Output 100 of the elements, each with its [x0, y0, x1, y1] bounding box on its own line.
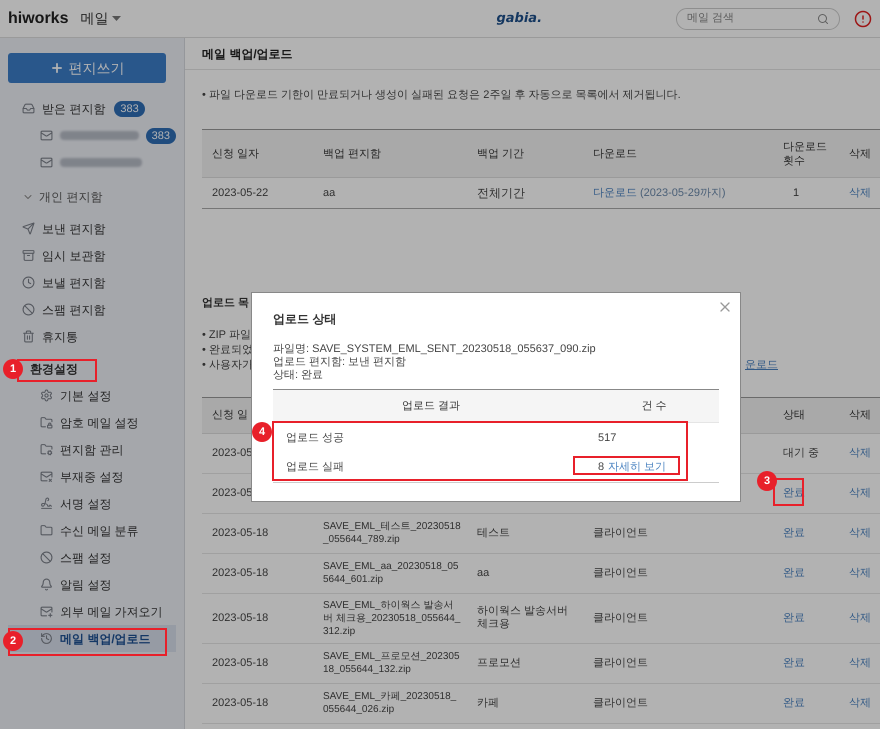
result-label: 업로드 실패 [285, 460, 346, 476]
table-cell-text: 클라이언트 [592, 566, 649, 580]
column-header: 삭제 [848, 146, 872, 160]
envelope-plus-icon [40, 605, 53, 618]
sidebar-item[interactable]: 휴지통 [8, 323, 176, 350]
paper-plane-icon [22, 222, 35, 235]
step-badge: 3 [757, 471, 777, 491]
sidebar-item[interactable]: 받은 편지함 383 [8, 95, 176, 122]
column-header: 다운로드 횟수 [782, 140, 828, 168]
sidebar-item-label: 부재중 설정 [60, 468, 124, 486]
sidebar-item-label: 기본 설정 [60, 388, 112, 404]
status-text[interactable]: 완료 [773, 656, 843, 670]
sidebar-item-label: 휴지통 [42, 328, 78, 346]
notice-text: • 파일 다운로드 기한이 만료되거나 생성이 실패된 요청은 2주일 후 자동으로 목록에서 제거됩니다. [202, 88, 682, 103]
search-input[interactable]: 메일 검색 [687, 10, 817, 27]
info-line: 파일명: SAVE_SYSTEM_EML_SENT_20230518_055637_090.zip [273, 343, 597, 356]
expiry-note: (2023-05-29까지) [640, 186, 726, 201]
sidebar-item[interactable]: 알림 설정 [8, 571, 176, 598]
sidebar-item-label: 스팸 설정 [60, 550, 112, 566]
sidebar-item[interactable]: 외부 메일 가져오기 [8, 598, 176, 625]
count-value: 8 [598, 460, 604, 476]
notice-text: • 완료되었 [202, 342, 253, 358]
download-link[interactable]: 운로드 [745, 358, 778, 372]
info-line: 업로드 편지함: 보낸 편지함 [273, 356, 408, 369]
delete-link[interactable]: 삭제 [843, 526, 880, 540]
status-text[interactable]: 완료 [773, 526, 843, 540]
search-icon [817, 12, 829, 24]
sidebar-item[interactable]: 기본 설정 [8, 382, 176, 409]
table-cell: 2023-05-18 [212, 526, 268, 540]
column-header: 백업 편지함 [322, 146, 382, 160]
sidebar-item[interactable]: 보낼 편지함 [8, 269, 176, 296]
bell-icon [40, 578, 53, 591]
sidebar-item-label: 스팸 편지함 [42, 302, 106, 318]
status-text[interactable]: 완료 [773, 566, 843, 580]
details-link[interactable]: 자세히 보기 [608, 459, 666, 476]
table-cell-text: 전체기간 [476, 185, 526, 202]
sidebar-item[interactable]: 수신 메일 분류 [8, 517, 176, 544]
alert-icon[interactable] [854, 10, 872, 28]
table-cell-text: 카페 [476, 696, 500, 710]
sidebar-item[interactable]: 암호 메일 설정 [8, 409, 176, 436]
sidebar-item-label: 메일 백업/업로드 [60, 630, 151, 648]
folder-icon [40, 524, 53, 537]
delete-link[interactable]: 삭제 [843, 446, 880, 460]
table-cell-text: 프로모션 [476, 656, 522, 670]
table-cell-text: 테스트 [476, 526, 511, 540]
table-cell-text: 2023-05-22 [211, 186, 270, 201]
delete-link[interactable]: 삭제 [843, 612, 880, 624]
column-header: 상태 [782, 408, 806, 423]
table-cell: 2023-05-18 [212, 656, 268, 670]
sidebar-item-label: 외부 메일 가져오기 [60, 604, 163, 620]
sidebar-item[interactable]: 스팸 설정 [8, 544, 176, 571]
table-cell: 2023-05 [212, 446, 252, 460]
delete-link[interactable]: 삭제 [843, 696, 880, 710]
sidebar-item[interactable]: 부재중 설정 [8, 463, 176, 490]
table-cell-text: SAVE_EML_테스트_20230518_055644_789.zip [322, 520, 462, 546]
account-item[interactable]: 383 [8, 122, 176, 149]
envelope-x-icon [40, 470, 53, 483]
table-cell-text: SAVE_EML_프로모션_20230518_055644_132.zip [322, 650, 461, 676]
table-cell: 2023-05 [212, 486, 252, 500]
table-cell-text: 클라이언트 [592, 656, 649, 670]
delete-link[interactable]: 삭제 [843, 486, 880, 500]
sidebar-item[interactable]: 서명 설정 [8, 490, 176, 517]
sidebar-item[interactable]: 임시 보관함 [8, 242, 176, 269]
delete-link[interactable]: 삭제 [843, 566, 880, 580]
clock-icon [22, 276, 35, 289]
history-icon [40, 632, 53, 645]
table-cell-text: 1 [792, 186, 800, 201]
sidebar-item[interactable]: 스팸 편지함 [8, 296, 176, 323]
trash-icon [22, 330, 35, 343]
folder-gear-icon [40, 443, 53, 456]
sidebar-item[interactable]: 보낸 편지함 [8, 215, 176, 242]
brand-logo: gabia. [496, 10, 542, 28]
caret-icon [112, 16, 122, 22]
column-header: 다운로드 [592, 146, 638, 160]
delete-link[interactable]: 삭제 [843, 656, 880, 670]
compose-button[interactable]: 편지쓰기 [8, 53, 166, 83]
plus-icon [50, 61, 64, 75]
app-menu[interactable]: 메일 [80, 8, 122, 29]
dialog-title: 업로드 상태 [273, 311, 338, 328]
count-value: 517 [598, 430, 616, 446]
folder-group-toggle[interactable]: 개인 편지함 [8, 183, 176, 210]
table-cell-text: SAVE_EML_하이웍스 발송서버 체크용_20230518_055644_312.zip [322, 598, 462, 638]
status-text[interactable]: 완료 [773, 612, 843, 624]
locked-folder-icon [40, 416, 53, 429]
search-field[interactable]: 메일 검색 [676, 8, 840, 30]
table-cell: 2023-05-18 [212, 566, 268, 580]
column-header: 백업 기간 [476, 146, 526, 160]
gear-icon [40, 389, 53, 402]
delete-link[interactable]: 삭제 [843, 184, 880, 202]
column-header: 업로드 결과 [402, 398, 460, 414]
prohibited-icon [40, 551, 53, 564]
table-cell-text: 클라이언트 [592, 526, 649, 540]
status-text[interactable]: 완료 [773, 696, 843, 710]
sidebar-item[interactable]: 편지함 관리 [8, 436, 176, 463]
download-link[interactable]: 다운로드 [593, 184, 637, 202]
info-line: 상태: 완료 [273, 369, 324, 382]
table-cell-text: 클라이언트 [592, 696, 649, 710]
column-header: 신청 일자 [211, 146, 260, 160]
sidebar-item-label: 암호 메일 설정 [60, 414, 139, 432]
notice-text: • ZIP 파일 [202, 328, 251, 342]
